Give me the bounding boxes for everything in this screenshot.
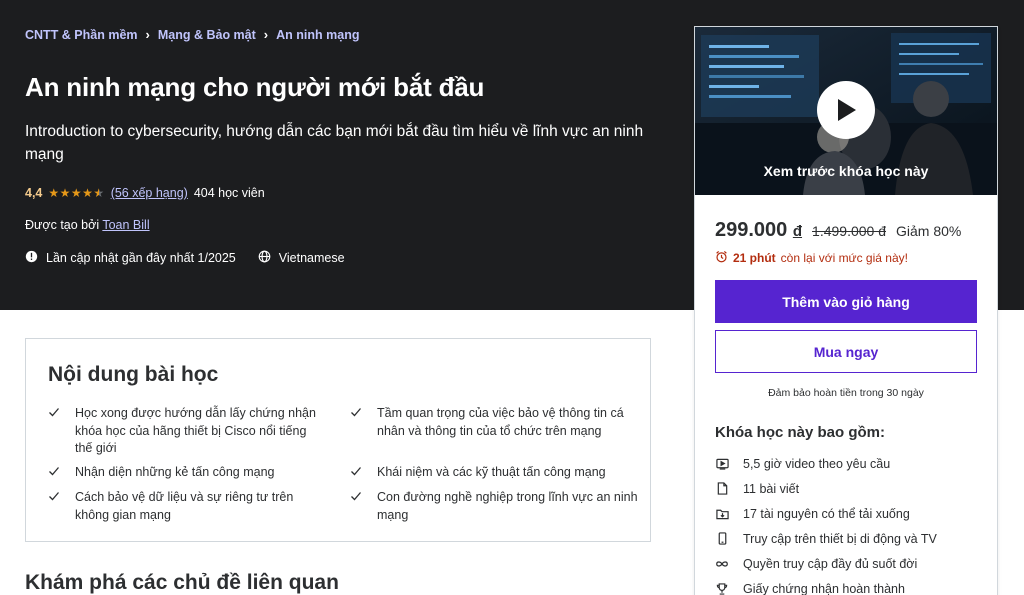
price-timer: 21 phút còn lại với mức giá này! xyxy=(715,250,908,266)
learn-item-text: Cách bảo vệ dữ liệu và sự riêng tư trên … xyxy=(75,490,294,522)
breadcrumb-item-network-security[interactable]: Mạng & Bảo mật xyxy=(158,28,256,42)
preview-label: Xem trước khóa học này xyxy=(763,163,929,179)
mobile-icon xyxy=(715,532,729,546)
check-icon xyxy=(48,464,62,483)
breadcrumb-item-cybersecurity[interactable]: An ninh mạng xyxy=(276,28,359,42)
course-language: Vietnamese xyxy=(278,251,345,265)
current-price: 299.000 đ xyxy=(715,219,803,241)
buy-now-button[interactable]: Mua ngay xyxy=(715,330,977,373)
rating-count-link[interactable]: (56 xếp hạng) xyxy=(111,186,188,200)
chevron-right-icon: › xyxy=(145,27,150,42)
learn-item-text: Nhận diện những kẻ tấn công mạng xyxy=(75,465,275,479)
rating-row: 4,4 ★★★★★ (56 xếp hạng) 404 học viên xyxy=(25,186,265,200)
check-icon xyxy=(48,405,62,458)
last-updated: Lần cập nhật gần đây nhất 1/2025 xyxy=(46,251,236,265)
includes-item: Quyền truy cập đầy đủ suốt đời xyxy=(715,551,937,576)
learn-item: Học xong được hướng dẫn lấy chứng nhận k… xyxy=(48,405,323,458)
star-rating-icon: ★★★★★ xyxy=(48,186,105,200)
includes-item: 17 tài nguyên có thể tải xuống xyxy=(715,501,937,526)
breadcrumb: CNTT & Phần mềm › Mạng & Bảo mật › An ni… xyxy=(25,27,359,42)
update-alert-icon xyxy=(25,250,38,266)
check-icon xyxy=(350,489,364,524)
check-icon xyxy=(350,464,364,483)
check-icon xyxy=(48,489,62,524)
student-count: 404 học viên xyxy=(193,186,265,200)
timer-minutes: 21 phút xyxy=(733,251,776,265)
learn-item-text: Tầm quan trọng của việc bảo vệ thông tin… xyxy=(377,406,624,438)
check-icon xyxy=(350,405,364,440)
meta-row: Lần cập nhật gần đây nhất 1/2025 Vietnam… xyxy=(25,250,345,266)
learn-item: Tầm quan trọng của việc bảo vệ thông tin… xyxy=(350,405,640,440)
learn-item: Nhận diện những kẻ tấn công mạng xyxy=(48,464,323,483)
video-icon xyxy=(715,457,729,471)
add-to-cart-button[interactable]: Thêm vào giỏ hàng xyxy=(715,280,977,323)
download-folder-icon xyxy=(715,507,729,521)
includes-list: 5,5 giờ video theo yêu cầu 11 bài viết 1… xyxy=(715,451,937,595)
trophy-icon xyxy=(715,582,729,595)
learn-item-text: Khái niệm và các kỹ thuật tấn công mạng xyxy=(377,465,606,479)
what-you-learn-box: Nội dung bài học Học xong được hướng dẫn… xyxy=(25,338,651,542)
includes-item: 5,5 giờ video theo yêu cầu xyxy=(715,451,937,476)
original-price: 1.499.000 đ xyxy=(812,223,886,239)
alarm-clock-icon xyxy=(715,250,728,266)
infinity-icon xyxy=(715,557,729,571)
learn-item-text: Học xong được hướng dẫn lấy chứng nhận k… xyxy=(75,406,316,455)
learn-item: Cách bảo vệ dữ liệu và sự riêng tư trên … xyxy=(48,489,323,524)
timer-text: còn lại với mức giá này! xyxy=(780,251,908,265)
play-button[interactable] xyxy=(817,81,875,139)
what-you-learn-title: Nội dung bài học xyxy=(48,363,219,386)
course-preview-video[interactable]: Xem trước khóa học này xyxy=(695,27,997,195)
play-icon xyxy=(838,99,856,121)
file-icon xyxy=(715,482,729,496)
includes-item: Giấy chứng nhận hoàn thành xyxy=(715,576,937,595)
explore-topics-title: Khám phá các chủ đề liên quan xyxy=(25,571,339,594)
created-by-label: Được tạo bởi xyxy=(25,218,100,232)
course-title: An ninh mạng cho người mới bắt đầu xyxy=(25,72,485,102)
author-row: Được tạo bởi Toan Bill xyxy=(25,218,150,232)
learn-item: Khái niệm và các kỹ thuật tấn công mạng xyxy=(350,464,640,483)
discount-label: Giảm 80% xyxy=(896,223,962,239)
learn-item-text: Con đường nghề nghiệp trong lĩnh vực an … xyxy=(377,490,638,522)
purchase-sidebar: Xem trước khóa học này 299.000 đ 1.499.0… xyxy=(694,26,998,595)
price-row: 299.000 đ 1.499.000 đ Giảm 80% xyxy=(715,219,961,242)
includes-item: Truy cập trên thiết bị di động và TV xyxy=(715,526,937,551)
includes-title: Khóa học này bao gồm: xyxy=(715,424,886,441)
learn-item: Con đường nghề nghiệp trong lĩnh vực an … xyxy=(350,489,640,524)
rating-value: 4,4 xyxy=(25,186,43,200)
includes-item: 11 bài viết xyxy=(715,476,937,501)
breadcrumb-item-it-software[interactable]: CNTT & Phần mềm xyxy=(25,28,138,42)
author-link[interactable]: Toan Bill xyxy=(102,218,149,232)
chevron-right-icon: › xyxy=(263,27,269,42)
course-subtitle: Introduction to cybersecurity, hướng dẫn… xyxy=(25,123,644,163)
money-back-guarantee: Đảm bảo hoàn tiền trong 30 ngày xyxy=(768,387,924,399)
globe-icon xyxy=(258,250,271,266)
